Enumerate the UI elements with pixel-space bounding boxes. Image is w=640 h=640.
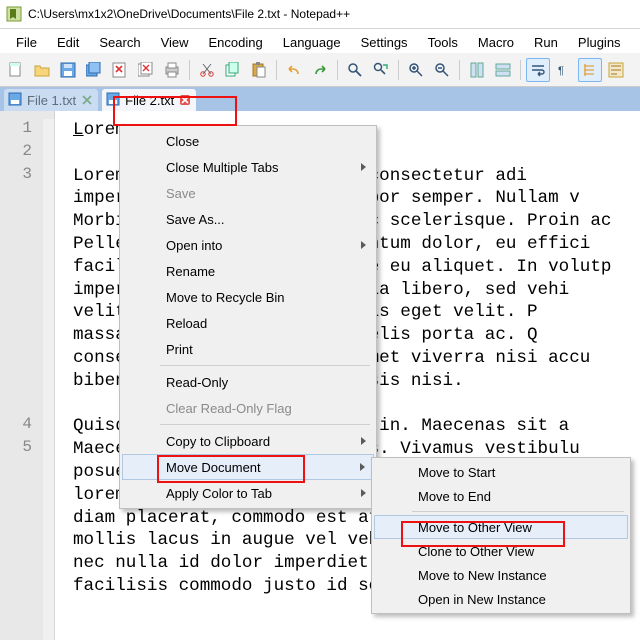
zoom-in-icon[interactable] xyxy=(404,58,428,82)
menu-item-move-to-recycle-bin[interactable]: Move to Recycle Bin xyxy=(122,284,374,310)
save-all-icon[interactable] xyxy=(82,58,106,82)
separator xyxy=(276,60,277,80)
submenu-item-move-to-new-instance[interactable]: Move to New Instance xyxy=(374,563,628,587)
menu-item-reload[interactable]: Reload xyxy=(122,310,374,336)
menu-encoding[interactable]: Encoding xyxy=(199,33,273,52)
save-icon[interactable] xyxy=(56,58,80,82)
menu-item-print[interactable]: Print xyxy=(122,336,374,362)
menu-search[interactable]: Search xyxy=(89,33,150,52)
separator xyxy=(520,60,521,80)
menu-tools[interactable]: Tools xyxy=(418,33,468,52)
copy-icon[interactable] xyxy=(221,58,245,82)
tab-label: File 2.txt xyxy=(125,93,174,108)
print-icon[interactable] xyxy=(160,58,184,82)
menu-item-clear-read-only-flag: Clear Read-Only Flag xyxy=(122,395,374,421)
menu-item-open-into[interactable]: Open into xyxy=(122,232,374,258)
file-icon xyxy=(106,92,120,109)
fold-margin[interactable] xyxy=(43,119,55,640)
menu-macro[interactable]: Macro xyxy=(468,33,524,52)
zoom-out-icon[interactable] xyxy=(430,58,454,82)
submenu-item-move-to-end[interactable]: Move to End xyxy=(374,484,628,508)
undo-icon[interactable] xyxy=(282,58,306,82)
all-chars-icon[interactable]: ¶ xyxy=(552,58,576,82)
menu-item-rename[interactable]: Rename xyxy=(122,258,374,284)
separator xyxy=(189,60,190,80)
toolbar: ¶ xyxy=(0,53,640,87)
menu-item-close-multiple-tabs[interactable]: Close Multiple Tabs xyxy=(122,154,374,180)
titlebar: C:\Users\mx1x2\OneDrive\Documents\File 2… xyxy=(0,0,640,29)
separator xyxy=(398,60,399,80)
submenu-item-open-in-new-instance[interactable]: Open in New Instance xyxy=(374,587,628,611)
submenu-item-move-to-other-view[interactable]: Move to Other View xyxy=(374,515,628,539)
close-icon[interactable] xyxy=(108,58,132,82)
find-icon[interactable] xyxy=(343,58,367,82)
new-icon[interactable] xyxy=(4,58,28,82)
wrap-icon[interactable] xyxy=(526,58,550,82)
menu-item-read-only[interactable]: Read-Only xyxy=(122,369,374,395)
menu-view[interactable]: View xyxy=(151,33,199,52)
file-icon xyxy=(8,92,22,109)
tab-close-icon[interactable] xyxy=(179,95,190,106)
svg-text:¶: ¶ xyxy=(558,65,564,77)
menu-language[interactable]: Language xyxy=(273,33,351,52)
tab-context-menu: CloseClose Multiple TabsSaveSave As...Op… xyxy=(119,125,377,509)
indent-guide-icon[interactable] xyxy=(578,58,602,82)
menu-item-save-as-[interactable]: Save As... xyxy=(122,206,374,232)
menu-edit[interactable]: Edit xyxy=(47,33,89,52)
menu-file[interactable]: File xyxy=(6,33,47,52)
open-icon[interactable] xyxy=(30,58,54,82)
menubar: File Edit Search View Encoding Language … xyxy=(0,29,640,53)
redo-icon[interactable] xyxy=(308,58,332,82)
window-title: C:\Users\mx1x2\OneDrive\Documents\File 2… xyxy=(28,7,350,21)
close-all-icon[interactable] xyxy=(134,58,158,82)
menu-item-close[interactable]: Close xyxy=(122,128,374,154)
tab-file2[interactable]: File 2.txt xyxy=(102,89,196,111)
move-document-submenu: Move to StartMove to End Move to Other Vi… xyxy=(371,457,631,614)
menu-run[interactable]: Run xyxy=(524,33,568,52)
app-icon xyxy=(6,6,22,22)
tab-label: File 1.txt xyxy=(27,93,76,108)
tab-close-icon[interactable] xyxy=(81,95,92,106)
menu-item-save: Save xyxy=(122,180,374,206)
paste-icon[interactable] xyxy=(247,58,271,82)
sync-h-icon[interactable] xyxy=(491,58,515,82)
menu-item-move-document[interactable]: Move Document xyxy=(122,454,374,480)
tab-file1[interactable]: File 1.txt xyxy=(4,89,98,111)
separator xyxy=(337,60,338,80)
tabbar: File 1.txt File 2.txt xyxy=(0,87,640,111)
submenu-item-clone-to-other-view[interactable]: Clone to Other View xyxy=(374,539,628,563)
cut-icon[interactable] xyxy=(195,58,219,82)
sync-v-icon[interactable] xyxy=(465,58,489,82)
replace-icon[interactable] xyxy=(369,58,393,82)
separator xyxy=(459,60,460,80)
menu-settings[interactable]: Settings xyxy=(351,33,418,52)
submenu-item-move-to-start[interactable]: Move to Start xyxy=(374,460,628,484)
menu-item-copy-to-clipboard[interactable]: Copy to Clipboard xyxy=(122,428,374,454)
menu-plugins[interactable]: Plugins xyxy=(568,33,631,52)
udl-icon[interactable] xyxy=(604,58,628,82)
menu-item-apply-color-to-tab[interactable]: Apply Color to Tab xyxy=(122,480,374,506)
